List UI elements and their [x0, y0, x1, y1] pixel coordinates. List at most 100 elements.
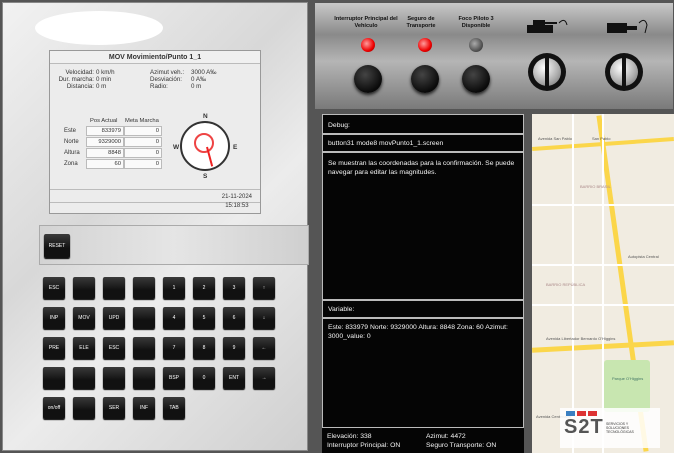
azimut-value: 3000 A‰ — [191, 69, 217, 76]
seguro-label: Seguro de Transporte — [406, 16, 436, 29]
keypad-key-row3-0[interactable]: PRE — [43, 337, 65, 359]
keypad-key-row2-3[interactable] — [133, 307, 155, 329]
cell-este-pos[interactable]: 833979 — [86, 126, 124, 136]
seguro-lamp — [418, 38, 432, 52]
date-text: 21-11-2024 — [221, 194, 252, 200]
cell-altura-pos[interactable]: 8848 — [86, 148, 124, 158]
seguro-button[interactable] — [411, 65, 439, 93]
keypad-key-row4-3[interactable] — [133, 367, 155, 389]
elevacion-text: Elevación: 338 — [327, 433, 372, 440]
keypad-key-row1-1[interactable] — [73, 277, 95, 299]
col-pos-actual: Pos Actual — [90, 118, 118, 124]
debug-panel: Debug: button31 mode8 movPunto1_1.screen… — [322, 114, 524, 453]
keypad-key-row2-7[interactable]: ↓ — [253, 307, 275, 329]
keypad-key-row4-1[interactable] — [73, 367, 95, 389]
keypad-key-row1-6[interactable]: 3 — [223, 277, 245, 299]
col-meta-marcha: Meta Marcha — [125, 118, 159, 124]
keypad-key-row4-4[interactable]: BSP — [163, 367, 185, 389]
keypad-key-row3-5[interactable]: 8 — [193, 337, 215, 359]
cell-zona-meta[interactable]: 0 — [124, 159, 162, 169]
turret-rotary-knob[interactable] — [528, 53, 566, 91]
azimut-label: Azimut veh.: — [150, 69, 185, 76]
desviacion-value: 0 A‰ — [191, 76, 207, 83]
debug-title: Debug: — [328, 122, 350, 129]
keypad-key-row4-2[interactable] — [103, 367, 125, 389]
keypad-key-row4-5[interactable]: 0 — [193, 367, 215, 389]
keypad-key-row3-2[interactable]: ESC — [103, 337, 125, 359]
keypad-key-row2-5[interactable]: 5 — [193, 307, 215, 329]
keypad-key-row4-6[interactable]: ENT — [223, 367, 245, 389]
dur-marcha-label: Dur. marcha: — [58, 76, 94, 83]
map-street — [532, 204, 674, 206]
debug-screen-name: button31 mode8 movPunto1_1.screen — [328, 140, 444, 147]
row-label-altura: Altura — [64, 150, 80, 156]
keypad-key-row5-2[interactable]: SER — [103, 397, 125, 419]
reset-button[interactable]: RESET — [44, 234, 70, 258]
keypad-key-row3-7[interactable]: ← — [253, 337, 275, 359]
interruptor-label: Interruptor Principal del Vehículo — [334, 16, 398, 29]
radio-value: 0 m — [191, 83, 202, 90]
debug-message: Se muestran las coordenadas para la conf… — [328, 160, 515, 176]
keypad-key-row4-7[interactable]: → — [253, 367, 275, 389]
keypad-key-row1-7[interactable]: ↑ — [253, 277, 275, 299]
cell-este-meta[interactable]: 0 — [124, 126, 162, 136]
map-label: Avenida Libertador Bernardo O'Higgins — [546, 336, 616, 341]
keypad-key-row1-2[interactable] — [103, 277, 125, 299]
compass-e: E — [233, 144, 238, 151]
keypad-key-row5-4[interactable]: TAB — [163, 397, 185, 419]
time-text: 15:18:53 — [225, 203, 249, 209]
keypad-key-row4-0[interactable] — [43, 367, 65, 389]
azimut-text: Azimut: 4472 — [426, 433, 466, 440]
compass-n: N — [203, 113, 208, 120]
keypad-key-row3-6[interactable]: 9 — [223, 337, 245, 359]
map-label: BARRIO REPÚBLICA — [546, 282, 586, 287]
keypad-key-row2-2[interactable]: UPD — [103, 307, 125, 329]
debug-screen-box: button31 mode8 movPunto1_1.screen — [322, 134, 524, 152]
keypad-key-row1-3[interactable] — [133, 277, 155, 299]
map-street — [532, 264, 674, 266]
control-panel: Interruptor Principal del Vehículo Segur… — [314, 2, 674, 110]
tank-icon — [527, 19, 568, 33]
map-view[interactable]: Avenida San Pablo San Pablo BARRIO BRASI… — [532, 114, 674, 453]
datetime-display: 21-11-2024 15:18:53 — [222, 193, 252, 211]
cell-norte-meta[interactable]: 0 — [124, 137, 162, 147]
keypad-key-row2-0[interactable]: INP — [43, 307, 65, 329]
terminal-label-blob — [35, 11, 163, 45]
keypad-key-row2-1[interactable]: MOV — [73, 307, 95, 329]
foco-button[interactable] — [462, 65, 490, 93]
distancia-label: Distancia: — [66, 83, 94, 90]
desviacion-label: Desviación: — [150, 76, 182, 83]
dur-marcha-value: 0 min — [96, 76, 112, 83]
keypad-key-row3-3[interactable] — [133, 337, 155, 359]
row-label-norte: Norte — [64, 139, 79, 145]
s2t-logo: S2T SERVICIOS Y SOLUCIONES TECNOLÓGICAS — [560, 408, 660, 448]
keypad-key-row1-4[interactable]: 1 — [163, 277, 185, 299]
map-park — [604, 360, 650, 412]
logo-text: S2T — [564, 416, 604, 438]
keypad-key-row1-5[interactable]: 2 — [193, 277, 215, 299]
keypad-key-row5-1[interactable] — [73, 397, 95, 419]
row-label-zona: Zona — [64, 161, 78, 167]
keypad-key-row2-4[interactable]: 4 — [163, 307, 185, 329]
distancia-value: 0 m — [96, 83, 107, 90]
simulator-frame: MOV Movimiento/Punto 1_1 Velocidad: 0 km… — [0, 0, 674, 453]
velocidad-label: Velocidad: — [65, 69, 94, 76]
keypad-key-row1-0[interactable]: ESC — [43, 277, 65, 299]
keypad-key-row3-1[interactable]: ELE — [73, 337, 95, 359]
variable-title: Variable: — [328, 306, 355, 313]
variable-title-box: Variable: — [322, 300, 524, 318]
cell-zona-pos[interactable]: 60 — [86, 159, 124, 169]
cell-norte-pos[interactable]: 9329000 — [86, 137, 124, 147]
variable-box: Este: 833979 Norte: 9329000 Altura: 8848… — [322, 318, 524, 428]
interruptor-status: Interruptor Principal: ON — [327, 442, 401, 449]
syringe-rotary-knob[interactable] — [605, 53, 643, 91]
interruptor-lamp — [361, 38, 375, 52]
keypad-key-row5-0[interactable]: on/off — [43, 397, 65, 419]
keypad-key-row3-4[interactable]: 7 — [163, 337, 185, 359]
keypad-key-row5-3[interactable]: INF — [133, 397, 155, 419]
cell-altura-meta[interactable]: 0 — [124, 148, 162, 158]
map-street — [532, 304, 674, 306]
keypad-key-row2-6[interactable]: 6 — [223, 307, 245, 329]
variable-text: Este: 833979 Norte: 9329000 Altura: 8848… — [328, 324, 508, 340]
interruptor-button[interactable] — [354, 65, 382, 93]
